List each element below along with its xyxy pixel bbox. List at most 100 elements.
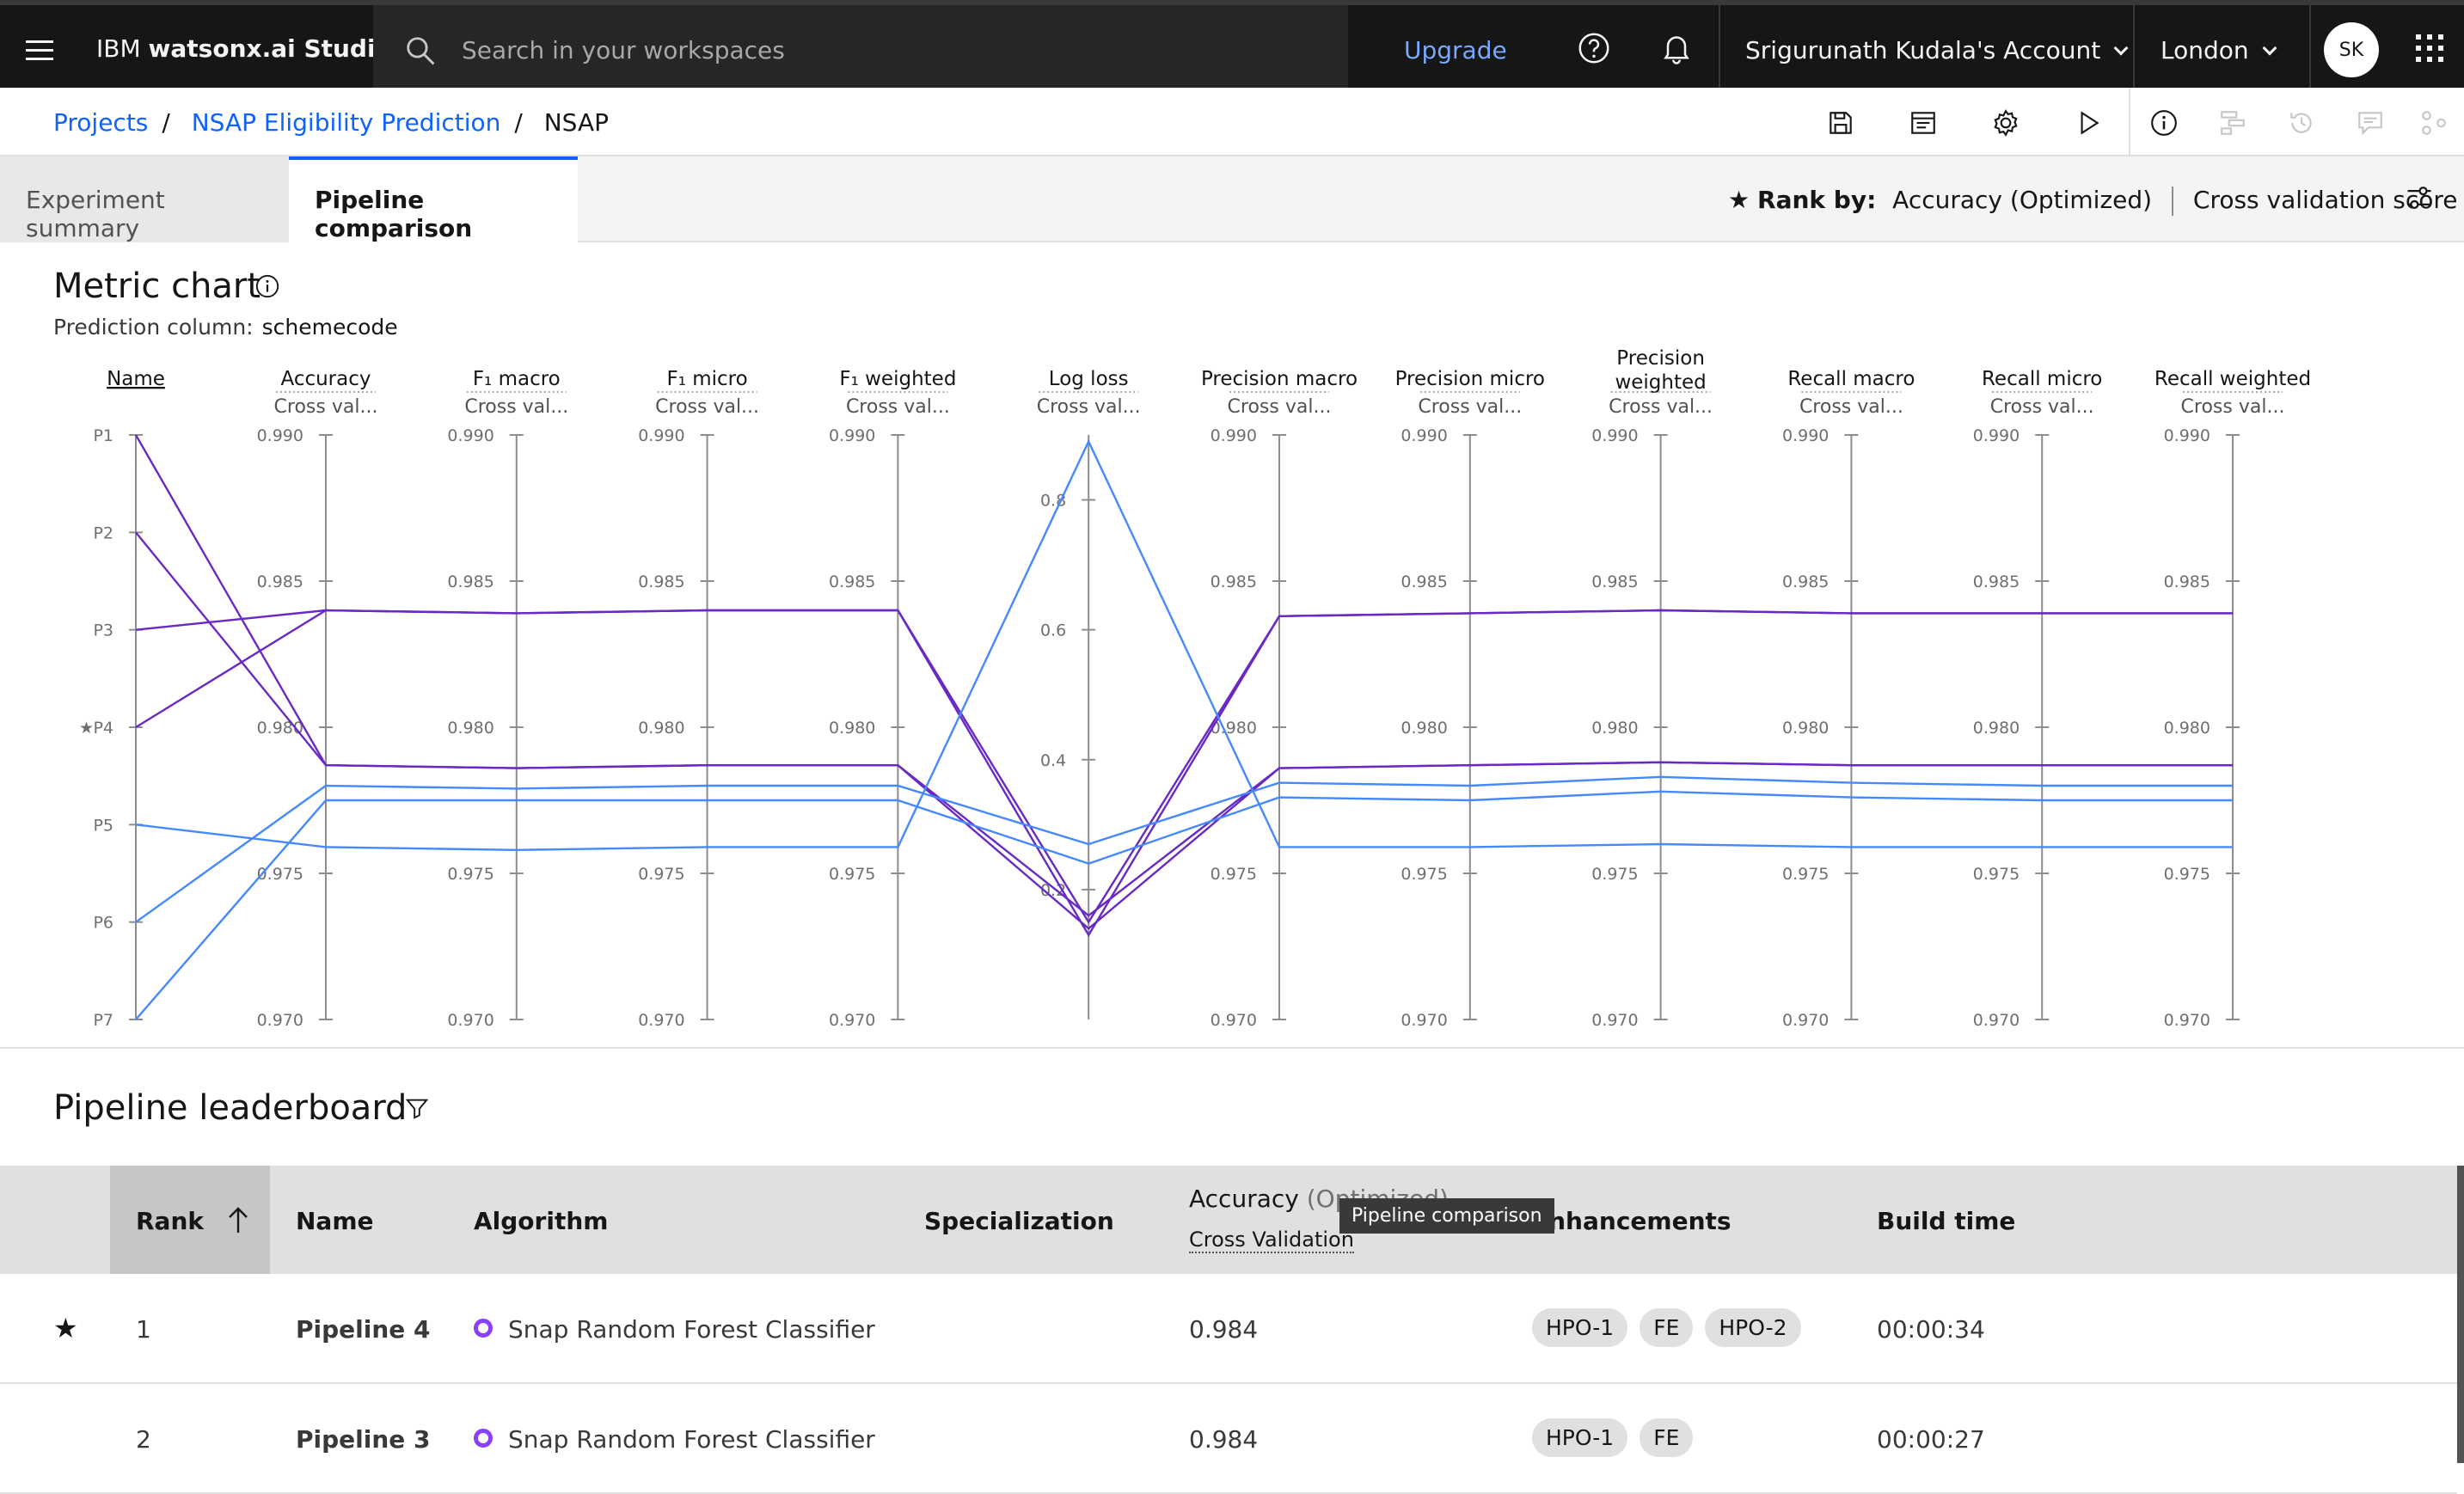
metric-tick-label: 0.980 — [638, 719, 684, 738]
metric-axis-label: Precision macro — [1201, 368, 1358, 390]
metric-axis-sublabel: Cross val... — [1799, 396, 1903, 418]
divider — [2309, 5, 2311, 88]
info-icon[interactable] — [2149, 108, 2179, 138]
hamburger-menu-icon[interactable] — [15, 26, 64, 74]
tab-pipeline-comparison[interactable]: Pipeline comparison — [289, 156, 578, 242]
metric-tick-label: 0.975 — [638, 865, 684, 884]
pipeline-icon[interactable] — [2218, 108, 2247, 138]
scrollbar[interactable] — [2457, 1166, 2464, 1463]
divider — [1719, 5, 1720, 88]
metric-tick-label: 0.975 — [2164, 865, 2210, 884]
metric-axis-sublabel: Cross val... — [846, 396, 950, 418]
metric-axis-sublabel: Cross val... — [1609, 396, 1713, 418]
breadcrumb-projects[interactable]: Projects — [53, 108, 148, 137]
metric-axis-label: F₁ macro — [473, 368, 561, 390]
help-icon[interactable] — [1577, 31, 1611, 65]
metric-tick-label: 0.980 — [1401, 719, 1447, 738]
name-column-header[interactable]: Name — [296, 1207, 374, 1235]
tab-experiment-summary[interactable]: Experiment summary — [0, 156, 289, 242]
accuracy-cell: 0.984 — [1189, 1315, 1259, 1344]
rank-header-label: Rank — [136, 1207, 205, 1235]
name-tick-label: P3 — [93, 621, 113, 640]
metric-tick-label: 0.985 — [829, 572, 875, 591]
comments-icon[interactable] — [2356, 108, 2385, 138]
build-time-column-header[interactable]: Build time — [1877, 1207, 2015, 1235]
adjust-settings-icon[interactable] — [2404, 182, 2435, 213]
enhancements-cell: HPO-1 FE — [1532, 1418, 1705, 1457]
sort-ascending-icon[interactable] — [225, 1205, 251, 1234]
metric-axis-label: Accuracy — [280, 368, 371, 390]
star-icon: ★ — [53, 1312, 78, 1344]
run-play-icon[interactable] — [2074, 108, 2103, 138]
metric-tick-label: 0.975 — [829, 865, 875, 884]
search-placeholder: Search in your workspaces — [462, 36, 785, 64]
enhancements-column-header[interactable]: Enhancements — [1532, 1207, 1732, 1235]
metric-axis-sublabel: Cross val... — [1037, 396, 1141, 418]
metric-axis-label: Precision — [1616, 347, 1705, 370]
name-tick-label: P2 — [93, 524, 113, 542]
metric-tick-label: 0.990 — [257, 426, 303, 445]
metric-tick-label: 0.970 — [447, 1011, 493, 1030]
divider — [2171, 187, 2173, 216]
table-row[interactable]: ★ 1 Pipeline 4 Snap Random Forest Classi… — [0, 1274, 2457, 1384]
region-switcher[interactable]: London — [2161, 36, 2277, 64]
series-line-p5 — [135, 438, 2233, 852]
prediction-column-value: schemecode — [261, 315, 398, 340]
algorithm-column-header[interactable]: Algorithm — [474, 1207, 608, 1235]
series-line-p7 — [135, 790, 2233, 1020]
metric-tick-label: 0.975 — [1591, 865, 1638, 884]
notebook-icon[interactable] — [1909, 108, 1938, 138]
history-icon[interactable] — [2287, 108, 2316, 138]
name-tick-label: P5 — [93, 816, 113, 835]
metric-axis-sublabel: Cross val... — [464, 396, 568, 418]
metric-tick-label: 0.990 — [1211, 426, 1257, 445]
app-switcher-icon[interactable] — [2416, 34, 2443, 62]
metric-tick-label: 0.980 — [829, 719, 875, 738]
star-icon: ★ — [79, 719, 94, 738]
pipeline-name-cell[interactable]: Pipeline 4 — [296, 1315, 431, 1344]
rank-by-control[interactable]: ★ Rank by: Accuracy (Optimized) Cross va… — [1728, 186, 2458, 216]
algorithm-cell: Snap Random Forest Classifier — [474, 1425, 875, 1454]
metric-axis-label: Recall weighted — [2154, 368, 2311, 390]
metric-tick-label: 0.980 — [447, 719, 493, 738]
settings-gear-icon[interactable] — [1991, 108, 2020, 138]
algorithm-dot-icon — [474, 1429, 493, 1448]
info-icon[interactable] — [254, 273, 280, 299]
enhancement-tag: FE — [1640, 1418, 1694, 1457]
prediction-column: Prediction column: schemecode — [53, 315, 398, 340]
enhancement-tag: HPO-2 — [1705, 1308, 1801, 1347]
metric-axis-sublabel: Cross val... — [655, 396, 759, 418]
metric-axis-label: Recall macro — [1787, 368, 1915, 390]
metric-tick-label: 0.985 — [1782, 572, 1829, 591]
metric-tick-label: 0.6 — [1040, 621, 1066, 640]
pipeline-name-cell[interactable]: Pipeline 3 — [296, 1425, 431, 1454]
upgrade-link[interactable]: Upgrade — [1404, 36, 1507, 64]
filter-icon[interactable] — [404, 1095, 430, 1121]
specialization-column-header[interactable]: Specialization — [924, 1207, 1114, 1235]
metric-axis-sublabel: Cross val... — [1990, 396, 2094, 418]
metric-tick-label: 0.8 — [1040, 492, 1066, 511]
metric-tick-label: 0.985 — [1591, 572, 1638, 591]
account-switcher[interactable]: Srigurunath Kudala's Account — [1745, 36, 2129, 64]
save-icon[interactable] — [1826, 108, 1855, 138]
brand-title[interactable]: IBM watsonx.ai Studio — [96, 34, 392, 63]
metric-tick-label: 0.975 — [1782, 865, 1829, 884]
metric-axis-label: Precision micro — [1395, 368, 1545, 390]
model-icon[interactable] — [2419, 108, 2449, 138]
notification-bell-icon[interactable] — [1659, 31, 1694, 65]
name-tick-label: P4 — [93, 719, 113, 738]
table-row[interactable]: 2 Pipeline 3 Snap Random Forest Classifi… — [0, 1384, 2457, 1494]
top-navigation-bar: IBM watsonx.ai Studio Search in your wor… — [0, 0, 2464, 88]
breadcrumb-project[interactable]: NSAP Eligibility Prediction — [192, 108, 501, 137]
avatar[interactable]: SK — [2324, 22, 2379, 77]
metric-tick-label: 0.980 — [1973, 719, 2020, 738]
metric-tick-label: 0.970 — [2164, 1011, 2210, 1030]
rank-by-label: Rank by: — [1757, 186, 1877, 214]
metric-tick-label: 0.970 — [1401, 1011, 1447, 1030]
chevron-down-icon — [2262, 40, 2277, 56]
build-time-cell: 00:00:27 — [1877, 1425, 1985, 1454]
name-axis-label: Name — [107, 368, 165, 390]
metric-axis-sublabel: Cross val... — [274, 396, 378, 418]
metric-axis-sublabel: Cross val... — [1228, 396, 1332, 418]
metric-tick-label: 0.990 — [1401, 426, 1447, 445]
